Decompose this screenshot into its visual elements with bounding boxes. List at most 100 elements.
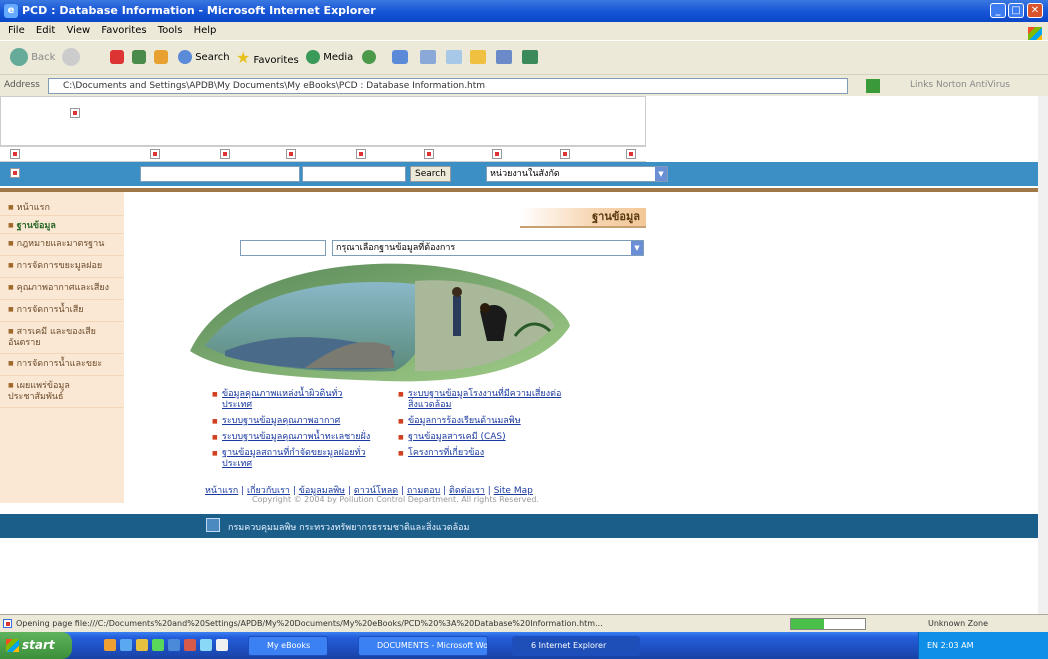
link-chemicals[interactable]: ฐานข้อมูลสารเคมี (CAS): [398, 432, 568, 443]
forward-button[interactable]: [62, 47, 80, 69]
mail-button[interactable]: [392, 47, 408, 69]
refresh-icon: [132, 50, 146, 64]
system-tray: EN 2:03 AM: [918, 632, 1048, 659]
pcd-logo-icon: [206, 518, 220, 532]
sidebar-item-home[interactable]: หน้าแรก: [0, 202, 124, 216]
favorites-button[interactable]: ★ Favorites: [236, 47, 299, 69]
messenger-button[interactable]: [496, 47, 512, 69]
sidebar-item-water[interactable]: การจัดการน้ำเสีย: [0, 304, 124, 322]
taskbar-item-word[interactable]: DOCUMENTS - Microsoft Word: [358, 636, 488, 656]
search-input[interactable]: [302, 166, 406, 182]
links-bar[interactable]: Links Norton AntiVirus: [910, 80, 1010, 90]
link-list-right: ระบบฐานข้อมูลโรงงานที่มีความเสี่ยงต่อสิ่…: [398, 389, 568, 464]
footer-link-home[interactable]: หน้าแรก: [205, 486, 238, 496]
search-icon: [178, 50, 192, 64]
quicklaunch-folder-icon[interactable]: [136, 639, 148, 651]
star-icon: ★: [236, 48, 251, 67]
refresh-button[interactable]: [132, 47, 146, 69]
link-air-quality[interactable]: ระบบฐานข้อมูลคุณภาพอากาศ: [212, 416, 372, 427]
page-loading-icon: [3, 619, 12, 628]
link-waste-disposal[interactable]: ฐานข้อมูลสถานที่กำจัดขยะมูลฝอยทั่วประเทศ: [212, 448, 372, 470]
sidebar-item-management[interactable]: การจัดการน้ำและขยะ: [0, 358, 124, 376]
search-button[interactable]: Search: [178, 47, 230, 69]
maximize-button[interactable]: □: [1008, 3, 1024, 18]
sidebar-item-air[interactable]: คุณภาพอากาศและเสียง: [0, 282, 124, 300]
folder-button[interactable]: [470, 47, 486, 69]
menu-help[interactable]: Help: [194, 25, 217, 36]
go-arrow-icon: [866, 78, 880, 93]
taskbar-item-my-ebooks[interactable]: My eBooks: [248, 636, 328, 656]
db-code-field[interactable]: [240, 240, 326, 256]
menu-view[interactable]: View: [66, 25, 90, 36]
quicklaunch-desktop-icon[interactable]: [104, 639, 116, 651]
broken-image-icon: [626, 149, 636, 159]
back-button[interactable]: Back: [10, 47, 55, 69]
history-button[interactable]: [362, 47, 376, 69]
home-button[interactable]: [154, 47, 168, 69]
address-label: Address: [4, 80, 40, 90]
menu-tools[interactable]: Tools: [158, 25, 183, 36]
menu-favorites[interactable]: Favorites: [101, 25, 146, 36]
vertical-scrollbar[interactable]: [1038, 96, 1048, 614]
link-surface-water[interactable]: ข้อมูลคุณภาพแหล่งน้ำผิวดินทั่วประเทศ: [212, 389, 372, 411]
quicklaunch-media-icon[interactable]: [152, 639, 164, 651]
security-zone: Unknown Zone: [928, 619, 989, 628]
keyword-field[interactable]: [140, 166, 300, 182]
broken-image-icon: [150, 149, 160, 159]
image-row: [0, 146, 646, 162]
quicklaunch-acrobat-icon[interactable]: [184, 639, 196, 651]
messenger-icon: [496, 50, 512, 64]
menu-bar: File Edit View Favorites Tools Help: [0, 22, 1048, 41]
sidebar-item-database[interactable]: ฐานข้อมูล: [0, 220, 124, 234]
broken-image-icon: [70, 108, 80, 118]
link-factory-risk[interactable]: ระบบฐานข้อมูลโรงงานที่มีความเสี่ยงต่อสิ่…: [398, 389, 568, 411]
menu-file[interactable]: File: [8, 25, 25, 36]
window-title: PCD : Database Information - Microsoft I…: [22, 4, 376, 17]
taskbar-item-internet-explorer[interactable]: 6 Internet Explorer: [512, 636, 640, 656]
quicklaunch-show-icon[interactable]: [216, 639, 228, 651]
sidebar-item-law[interactable]: กฎหมายและมาตรฐาน: [0, 238, 124, 256]
footer-bar: กรมควบคุมมลพิษ กระทรวงทรัพยากรธรรมชาติแล…: [0, 514, 1038, 538]
tray-clock: EN 2:03 AM: [927, 641, 974, 650]
sidebar-item-chemical[interactable]: สารเคมี และของเสียอันตราย: [0, 326, 124, 354]
link-coastal-water[interactable]: ระบบฐานข้อมูลคุณภาพน้ำทะเลชายฝั่ง: [212, 432, 372, 443]
page-content: Search หน่วยงานในสังกัด ▼ หน้าแรก ฐานข้อ…: [0, 96, 1048, 614]
back-arrow-icon: [10, 48, 28, 66]
search-scope-select[interactable]: หน่วยงานในสังกัด ▼: [486, 166, 668, 182]
page-title: ฐานข้อมูล: [520, 208, 646, 228]
link-projects[interactable]: โครงการที่เกี่ยวข้อง: [398, 448, 568, 459]
print-icon: [420, 50, 436, 64]
start-button[interactable]: start: [0, 632, 72, 659]
home-icon: [154, 50, 168, 64]
menu-edit[interactable]: Edit: [36, 25, 55, 36]
chevron-down-icon: ▼: [655, 167, 667, 181]
database-select[interactable]: กรุณาเลือกฐานข้อมูลที่ต้องการ ▼: [332, 240, 644, 256]
sidebar-item-waste[interactable]: การจัดการขยะมูลฝอย: [0, 260, 124, 278]
minimize-button[interactable]: _: [990, 3, 1006, 18]
sidebar-item-publicity[interactable]: เผยแพร่ข้อมูล ประชาสัมพันธ์: [0, 380, 124, 408]
banner-image: [190, 263, 570, 382]
broken-image-icon: [560, 149, 570, 159]
edit-button[interactable]: [446, 47, 462, 69]
copyright-text: Copyright © 2004 by Pollution Control De…: [252, 495, 539, 504]
chevron-down-icon: ▼: [631, 241, 643, 255]
print-button[interactable]: [420, 47, 436, 69]
broken-image-icon: [424, 149, 434, 159]
quicklaunch-ie-icon[interactable]: [120, 639, 132, 651]
page-search-button[interactable]: Search: [410, 166, 451, 182]
go-button[interactable]: Go: [866, 78, 894, 107]
address-input[interactable]: C:\Documents and Settings\APDB\My Docume…: [48, 78, 848, 94]
quicklaunch-word-icon[interactable]: [168, 639, 180, 651]
folder-icon: [470, 50, 486, 64]
close-button[interactable]: ✕: [1027, 3, 1043, 18]
sidebar: หน้าแรก ฐานข้อมูล กฎหมายและมาตรฐาน การจั…: [0, 192, 124, 503]
link-complaints[interactable]: ข้อมูลการร้องเรียนด้านมลพิษ: [398, 416, 568, 427]
broken-image-icon: [286, 149, 296, 159]
history-icon: [362, 50, 376, 64]
research-button[interactable]: [522, 47, 538, 69]
quicklaunch-messenger-icon[interactable]: [200, 639, 212, 651]
media-button[interactable]: Media: [306, 47, 353, 69]
mail-icon: [392, 50, 408, 64]
stop-button[interactable]: [110, 47, 124, 69]
link-list-left: ข้อมูลคุณภาพแหล่งน้ำผิวดินทั่วประเทศ ระบ…: [212, 389, 372, 475]
